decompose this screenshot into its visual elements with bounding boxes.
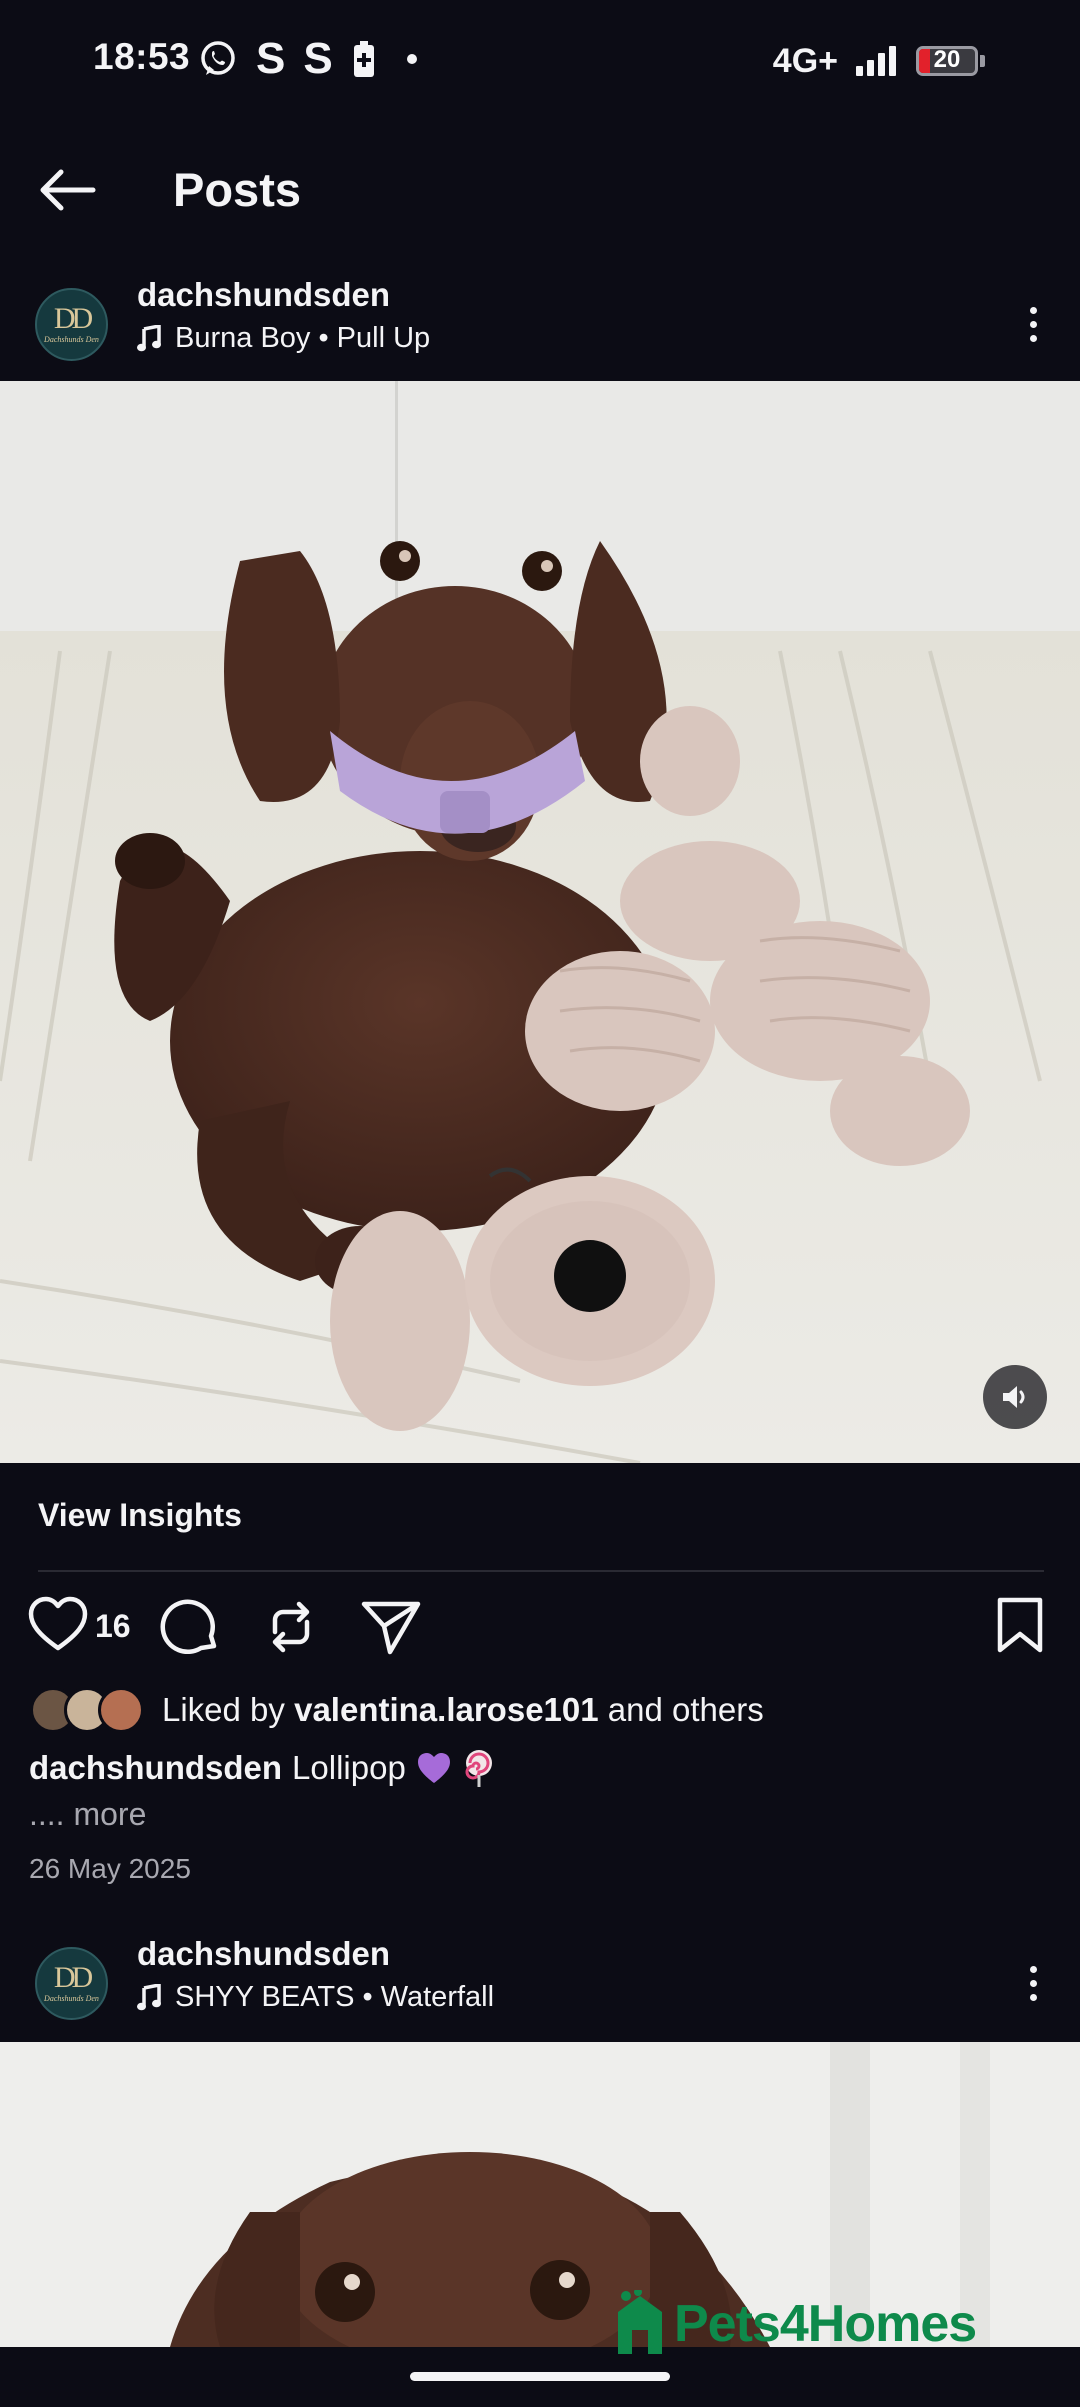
mute-button[interactable] xyxy=(983,1365,1047,1429)
liker-avatar xyxy=(98,1687,144,1733)
liked-by-row[interactable]: Liked by valentina.larose101 and others xyxy=(30,1687,764,1733)
page-title: Posts xyxy=(173,163,301,216)
avatar[interactable]: DD Dachshunds Den xyxy=(35,288,108,361)
avatar-subtext: Dachshunds Den xyxy=(44,335,99,344)
comment-button[interactable] xyxy=(159,1596,221,1663)
pets4homes-logo-icon xyxy=(618,2290,662,2354)
speaker-icon xyxy=(1003,1386,1025,1408)
screen: 18:53 S S 4G+ 20 Posts DD Dachshunds Den… xyxy=(0,0,1080,2407)
status-time: 18:53 xyxy=(93,36,191,77)
battery-icon: 20 xyxy=(916,46,978,76)
caption-text: Lollipop xyxy=(292,1749,406,1786)
save-button[interactable] xyxy=(994,1596,1046,1659)
network-label: 4G+ xyxy=(772,41,838,80)
post-media[interactable] xyxy=(0,381,1080,1463)
caption-more-link[interactable]: .... more xyxy=(29,1796,146,1833)
avatar[interactable]: DD Dachshunds Den xyxy=(35,1947,108,2020)
music-info[interactable]: Burna Boy • Pull Up xyxy=(137,322,430,355)
music-info[interactable]: SHYY BEATS • Waterfall xyxy=(137,1981,494,2014)
watermark-text: Pets4Homes xyxy=(674,2295,977,2353)
top-app-bar: Posts xyxy=(0,140,1080,240)
dot-icon xyxy=(1029,1979,1037,1987)
battery-saver-icon xyxy=(353,41,374,77)
dot-icon xyxy=(406,54,417,64)
music-note-icon xyxy=(137,324,161,351)
post-actions: 16 xyxy=(0,1592,1080,1662)
view-insights-link[interactable]: View Insights xyxy=(38,1497,242,1534)
music-label: SHYY BEATS • Waterfall xyxy=(175,1981,495,2013)
dot-icon xyxy=(1029,334,1037,342)
liked-by-user[interactable]: valentina.larose101 xyxy=(294,1691,599,1728)
divider xyxy=(38,1570,1044,1572)
send-icon xyxy=(361,1601,421,1655)
status-bar: 18:53 S S 4G+ 20 xyxy=(0,0,1080,120)
battery-level: 20 xyxy=(933,46,961,73)
more-options-button[interactable] xyxy=(1008,294,1058,354)
dot-icon xyxy=(1029,1965,1037,1973)
post-date: 26 May 2025 xyxy=(29,1853,191,1884)
post-header: DD Dachshunds Den dachshundsden Burna Bo… xyxy=(0,276,1080,376)
more-options-button[interactable] xyxy=(1008,1953,1058,2013)
bookmark-icon xyxy=(997,1597,1043,1653)
post-username[interactable]: dachshundsden xyxy=(137,276,390,314)
signal-icon xyxy=(856,46,896,76)
avatar-monogram: DD xyxy=(53,302,93,335)
home-indicator[interactable] xyxy=(410,2372,670,2381)
like-button[interactable] xyxy=(28,1596,88,1659)
share-button[interactable] xyxy=(360,1596,422,1663)
lollipop-icon xyxy=(465,1750,492,1787)
post-header: DD Dachshunds Den dachshundsden SHYY BEA… xyxy=(0,1935,1080,2035)
liked-by-prefix: Liked by xyxy=(162,1691,295,1728)
heart-icon xyxy=(28,1596,88,1651)
purple-heart-icon xyxy=(417,1753,450,1783)
s-app-icon: S xyxy=(256,34,286,83)
music-label: Burna Boy • Pull Up xyxy=(175,322,431,354)
post-username[interactable]: dachshundsden xyxy=(137,1935,390,1973)
back-button[interactable] xyxy=(32,160,102,220)
s-app-icon: S xyxy=(303,34,333,83)
dachshund-photo xyxy=(0,381,1080,1463)
comment-icon xyxy=(160,1599,217,1655)
avatar-monogram: DD xyxy=(53,1961,93,1994)
liked-by-text: Liked by valentina.larose101 and others xyxy=(162,1691,764,1729)
status-right: 4G+ 20 xyxy=(773,38,985,84)
battery-tip xyxy=(980,55,985,67)
watermark: Pets4Homes xyxy=(612,2290,977,2354)
avatar-subtext: Dachshunds Den xyxy=(44,1994,99,2003)
repost-button[interactable] xyxy=(261,1596,321,1663)
dot-icon xyxy=(1029,1993,1037,2001)
dot-icon xyxy=(1029,306,1037,314)
status-notification-icons: S S xyxy=(198,36,417,82)
repost-icon xyxy=(272,1601,310,1653)
music-note-icon xyxy=(137,1983,161,2010)
arrow-left-icon xyxy=(40,169,96,211)
whatsapp-icon xyxy=(201,41,235,75)
like-count[interactable]: 16 xyxy=(95,1608,131,1645)
caption: dachshundsden Lollipop xyxy=(29,1748,498,1788)
caption-username[interactable]: dachshundsden xyxy=(29,1749,282,1787)
dot-icon xyxy=(1029,320,1037,328)
liked-by-suffix: and others xyxy=(598,1691,764,1728)
